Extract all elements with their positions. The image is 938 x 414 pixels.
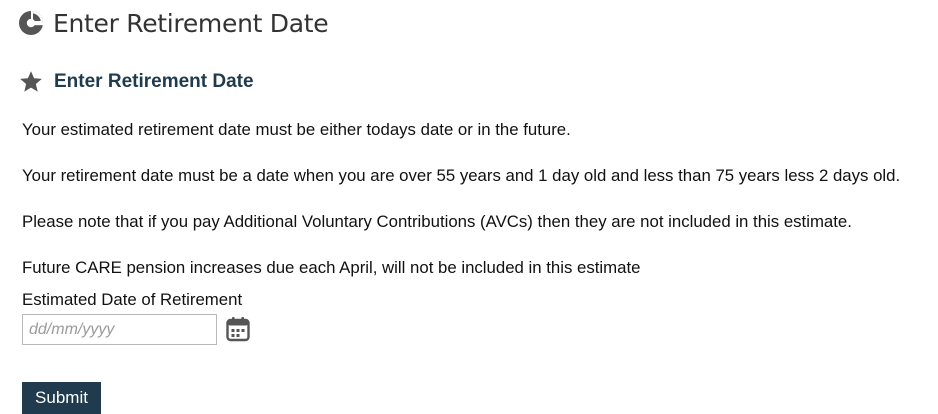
page-title: Enter Retirement Date [53,8,329,38]
pie-chart-logo-icon [18,10,44,36]
submit-button[interactable]: Submit [22,382,101,414]
calendar-icon [226,316,250,345]
info-paragraph-care-note: Future CARE pension increases due each A… [22,258,641,277]
star-icon [19,70,43,94]
section-title: Enter Retirement Date [54,71,254,92]
info-paragraph-age-rule: Your retirement date must be a date when… [22,166,901,185]
info-paragraph-date-rule: Your estimated retirement date must be e… [22,120,571,139]
retirement-date-label: Estimated Date of Retirement [22,290,243,309]
page-header: Enter Retirement Date [18,6,329,40]
section-heading: Enter Retirement Date [19,69,254,95]
info-paragraph-avc-note: Please note that if you pay Additional V… [22,212,852,231]
calendar-button[interactable] [226,316,250,345]
retirement-date-input[interactable] [22,314,217,345]
